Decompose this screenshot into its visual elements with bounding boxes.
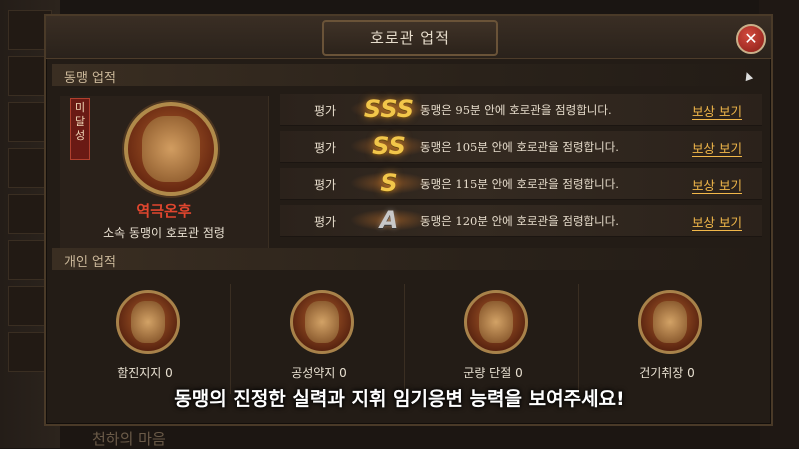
grade-row: 평가 SS 동맹은 105분 안에 호로관을 점령합니다. 보상 보기: [280, 131, 762, 163]
personal-achievement-label: 함진지지 0: [117, 366, 173, 380]
close-icon: ✕: [744, 29, 758, 48]
personal-achievement-item[interactable]: 군량 단절 0: [408, 284, 579, 394]
grade-description: 동맹은 95분 안에 호로관을 점령합니다.: [420, 103, 612, 117]
video-subtitle: 동맹의 진정한 실력과 지휘 임기응변 능력을 보여주세요!: [174, 388, 625, 410]
grade-description: 동맹은 120분 안에 호로관을 점령합니다.: [420, 214, 619, 228]
status-badge: 미달성: [70, 98, 90, 160]
achievement-medal-icon: [116, 290, 180, 354]
grade-s: S: [380, 169, 398, 197]
personal-achievement-item[interactable]: 공성약지 0: [234, 284, 405, 394]
eval-label: 평가: [314, 215, 337, 229]
title-bar: 호로관 업적 ✕: [46, 16, 771, 59]
achievement-window: 호로관 업적 ✕ 동맹 업적 미달성 역극온후 소속 동맹이 호로관 점령 평가…: [44, 14, 773, 426]
achievement-medal-icon: [638, 290, 702, 354]
grade-a: A: [379, 206, 399, 234]
grade-sss: SSS: [363, 95, 415, 123]
personal-achievement-label: 건기취장 0: [639, 366, 695, 380]
achievement-medal-icon: [124, 102, 218, 196]
grade-description: 동맹은 105분 안에 호로관을 점령합니다.: [420, 140, 619, 154]
grade-description: 동맹은 115분 안에 호로관을 점령합니다.: [420, 177, 619, 191]
eval-label: 평가: [314, 178, 337, 192]
view-reward-link[interactable]: 보상 보기: [692, 175, 742, 194]
background-bottom-text: 천하의 마음: [92, 430, 166, 448]
badge-description: 소속 동맹이 호로관 점령: [103, 226, 225, 240]
alliance-badge-panel: 미달성 역극온후 소속 동맹이 호로관 점령: [60, 96, 269, 248]
badge-title: 역극온후: [136, 202, 192, 220]
personal-section-label: 개인 업적: [64, 255, 116, 270]
alliance-section-header: [52, 64, 762, 86]
alliance-section-label: 동맹 업적: [64, 71, 116, 86]
eval-label: 평가: [314, 104, 337, 118]
grade-row: 평가 SSS 동맹은 95분 안에 호로관을 점령합니다. 보상 보기: [280, 94, 762, 126]
personal-achievement-item[interactable]: 건기취장 0: [582, 284, 752, 394]
grade-row: 평가 A 동맹은 120분 안에 호로관을 점령합니다. 보상 보기: [280, 205, 762, 237]
personal-achievement-label: 공성약지 0: [291, 366, 347, 380]
personal-achievement-item[interactable]: 함진지지 0: [60, 284, 231, 394]
eval-label: 평가: [314, 141, 337, 155]
personal-achievements: 함진지지 0 공성약지 0 군량 단절 0 건기취장 0: [60, 284, 760, 394]
grade-ss: SS: [372, 132, 406, 160]
personal-achievement-label: 군량 단절 0: [463, 366, 523, 380]
view-reward-link[interactable]: 보상 보기: [692, 101, 742, 120]
personal-section-header: [52, 248, 762, 270]
grade-row: 평가 S 동맹은 115분 안에 호로관을 점령합니다. 보상 보기: [280, 168, 762, 200]
window-title: 호로관 업적: [322, 20, 498, 56]
achievement-medal-icon: [290, 290, 354, 354]
close-button[interactable]: ✕: [736, 24, 766, 54]
view-reward-link[interactable]: 보상 보기: [692, 138, 742, 157]
view-reward-link[interactable]: 보상 보기: [692, 212, 742, 231]
achievement-medal-icon: [464, 290, 528, 354]
